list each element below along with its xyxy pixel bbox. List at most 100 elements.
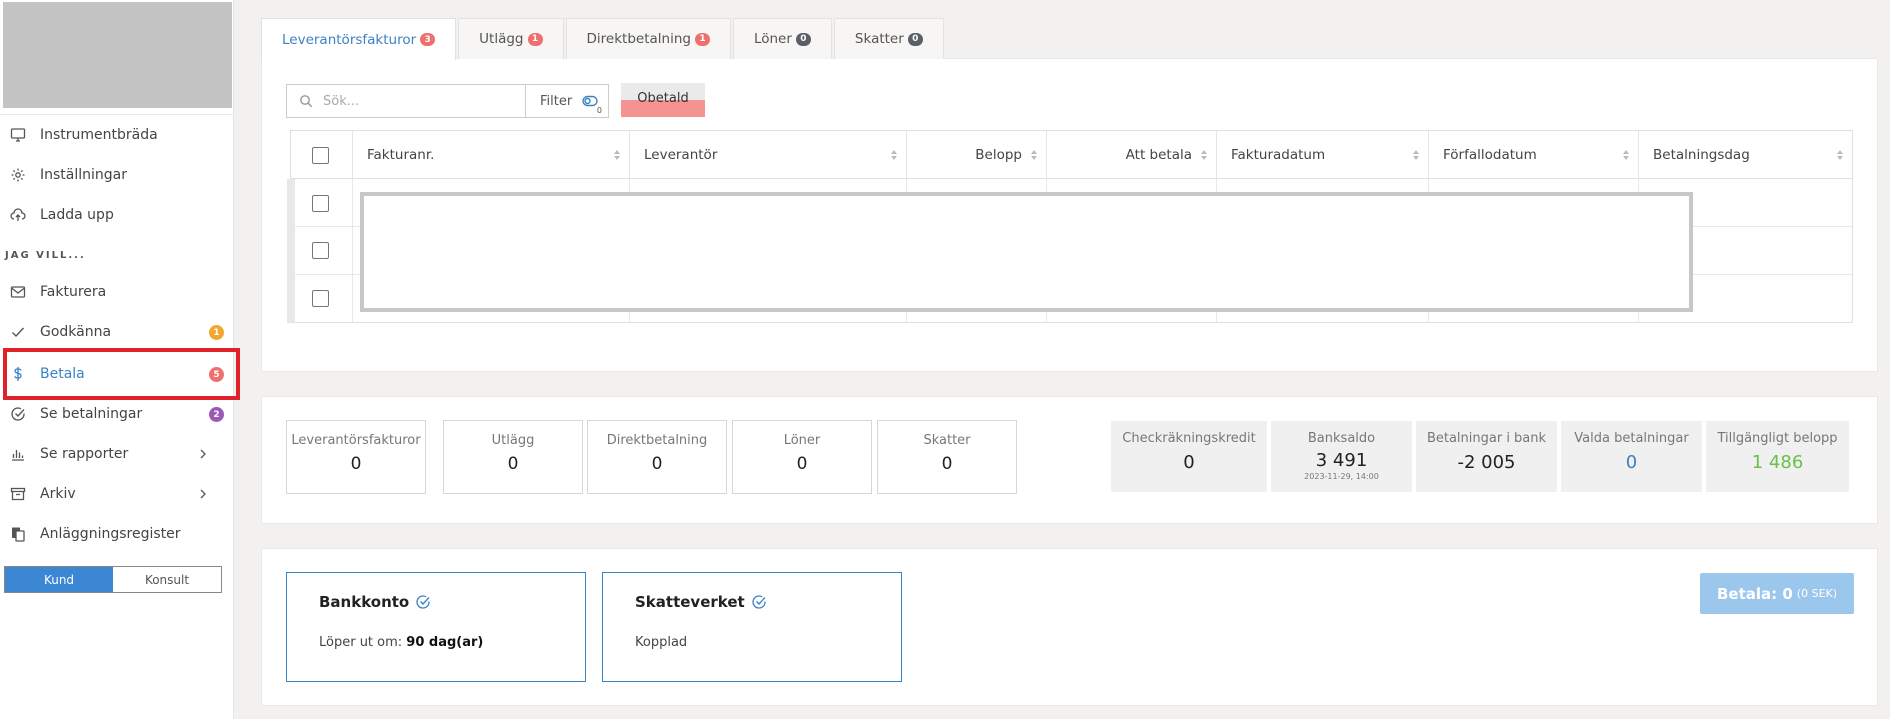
sidebar-item-label: Se rapporter [40, 446, 129, 462]
tab-count-badge: 3 [420, 33, 436, 46]
logo-placeholder [3, 2, 232, 108]
col-fakturadatum[interactable]: Fakturadatum [1216, 131, 1428, 179]
connection-card-bankkonto[interactable]: Bankkonto Löper ut om: 90 dag(ar) [286, 572, 586, 682]
col-forfallodatum[interactable]: Förfallodatum [1428, 131, 1638, 179]
pay-button-amount: (0 SEK) [1796, 587, 1838, 600]
sidebar-item-se-rapporter[interactable]: Se rapporter [0, 435, 234, 473]
search-input[interactable]: Sök... [286, 84, 526, 118]
row-checkbox[interactable] [312, 242, 329, 259]
balance-betalningar-i-bank: Betalningar i bank -2 005 [1416, 421, 1557, 492]
customer-consultant-toggle: Kund Konsult [4, 566, 222, 593]
verified-check-icon [416, 595, 430, 609]
tab-loner[interactable]: Löner 0 [732, 18, 832, 59]
sidebar-item-arkiv[interactable]: Arkiv [0, 475, 234, 513]
connection-title-text: Skatteverket [635, 593, 745, 611]
sidebar-item-se-betalningar[interactable]: Se betalningar 2 [0, 395, 234, 433]
summary-value: 0 [941, 454, 953, 474]
col-leverantor[interactable]: Leverantör [629, 131, 906, 179]
summary-card-skatter: Skatter 0 [877, 420, 1017, 494]
verified-check-icon [752, 595, 766, 609]
tab-count-badge: 1 [527, 32, 543, 46]
mail-icon [10, 284, 26, 300]
sidebar-item-installningar[interactable]: Inställningar [0, 156, 234, 194]
sidebar-item-label: Fakturera [40, 284, 107, 300]
connection-card-skatteverket[interactable]: Skatteverket Kopplad [602, 572, 902, 682]
search-icon [300, 95, 313, 108]
summary-label: Skatter [923, 433, 971, 448]
column-header-label: Fakturadatum [1231, 147, 1326, 163]
redacted-content-box [360, 192, 1693, 312]
status-chip-label: Obetald [637, 91, 689, 106]
balance-label: Valda betalningar [1574, 431, 1689, 446]
archive-icon [10, 486, 26, 502]
toggle-konsult[interactable]: Konsult [113, 567, 221, 592]
connection-desc: Kopplad [635, 635, 901, 650]
tab-label: Direktbetalning [586, 31, 691, 47]
col-att-betala[interactable]: Att betala [1046, 131, 1216, 179]
table-header: Fakturanr. Leverantör Belopp Att betala … [291, 131, 1852, 179]
row-cell [352, 227, 353, 274]
connection-title-text: Bankkonto [319, 593, 410, 611]
connection-desc-prefix: Löper ut om: [319, 635, 407, 650]
files-icon [10, 526, 26, 542]
column-header-label: Leverantör [644, 147, 718, 163]
toggle-filter-icon [582, 95, 598, 107]
search-placeholder: Sök... [323, 93, 360, 109]
tab-direktbetalning[interactable]: Direktbetalning 1 [565, 18, 731, 59]
sidebar-item-label: Inställningar [40, 167, 128, 183]
tab-leverantorsfakturor[interactable]: Leverantörsfakturor 3 [261, 18, 457, 60]
balance-banksaldo: Banksaldo 3 491 2023-11-29, 14:00 [1271, 421, 1412, 492]
filter-button[interactable]: Filter 0 [525, 84, 609, 118]
sidebar-item-label: Se betalningar [40, 406, 143, 422]
tab-count-badge: 0 [907, 32, 923, 46]
pay-button[interactable]: Betala: 0 (0 SEK) [1700, 573, 1854, 614]
connection-desc: Löper ut om: 90 dag(ar) [319, 635, 585, 650]
connection-status: Kopplad [635, 635, 688, 650]
chevron-right-icon [200, 449, 206, 459]
summary-label: Löner [783, 433, 821, 448]
godkanna-count-badge: 1 [209, 325, 224, 340]
sidebar-item-fakturera[interactable]: Fakturera [0, 273, 234, 311]
tab-label: Utlägg [479, 31, 524, 47]
tab-utlagg[interactable]: Utlägg 1 [458, 18, 564, 59]
summary-value: 0 [507, 454, 519, 474]
row-checkbox[interactable] [312, 290, 329, 307]
summary-value: 0 [651, 454, 663, 474]
summary-label: Direktbetalning [606, 433, 708, 448]
tab-skatter[interactable]: Skatter 0 [833, 18, 944, 59]
upload-cloud-icon [10, 207, 26, 223]
col-betalningsdag[interactable]: Betalningsdag [1638, 131, 1852, 179]
summary-value: 0 [796, 454, 808, 474]
summary-card-direktbetalning: Direktbetalning 0 [587, 420, 727, 494]
select-all-checkbox[interactable] [312, 147, 329, 164]
balance-value: 1 486 [1751, 452, 1804, 473]
sidebar-item-label: Instrumentbräda [40, 127, 158, 143]
tab-bar: Leverantörsfakturor 3 Utlägg 1 Direktbet… [261, 18, 946, 60]
filter-label: Filter [540, 93, 573, 109]
balance-label: Tillgängligt belopp [1717, 431, 1838, 446]
status-filter-chip[interactable]: Obetald [621, 83, 705, 117]
col-belopp[interactable]: Belopp [906, 131, 1046, 179]
chevron-right-icon [200, 489, 206, 499]
sidebar-item-godkanna[interactable]: Godkänna 1 [0, 313, 234, 351]
summary-card-utlagg: Utlägg 0 [443, 420, 583, 494]
section-label-jag-vill: JAG VILL... [5, 250, 86, 261]
balance-label: Checkräkningskredit [1122, 431, 1256, 446]
highlight-annotation [3, 348, 240, 400]
toggle-kund[interactable]: Kund [5, 567, 113, 592]
balance-value: 3 491 [1315, 450, 1368, 471]
sidebar-item-ladda-upp[interactable]: Ladda upp [0, 196, 234, 234]
col-fakturanr[interactable]: Fakturanr. [352, 131, 629, 179]
sidebar-item-label: Arkiv [40, 486, 76, 502]
tab-count-badge: 0 [795, 32, 811, 46]
sort-icon [1413, 150, 1419, 160]
row-checkbox[interactable] [312, 195, 329, 212]
sidebar-item-instrumentbrada[interactable]: Instrumentbräda [0, 116, 234, 154]
summary-label: Utlägg [491, 433, 535, 448]
sidebar-item-anlaggningsregister[interactable]: Anläggningsregister [0, 515, 234, 553]
sort-icon [891, 150, 897, 160]
balance-label: Banksaldo [1307, 431, 1376, 446]
balance-label: Betalningar i bank [1426, 431, 1547, 446]
balance-tillgangligt-belopp: Tillgängligt belopp 1 486 [1706, 421, 1849, 492]
filter-count: 0 [596, 106, 602, 115]
